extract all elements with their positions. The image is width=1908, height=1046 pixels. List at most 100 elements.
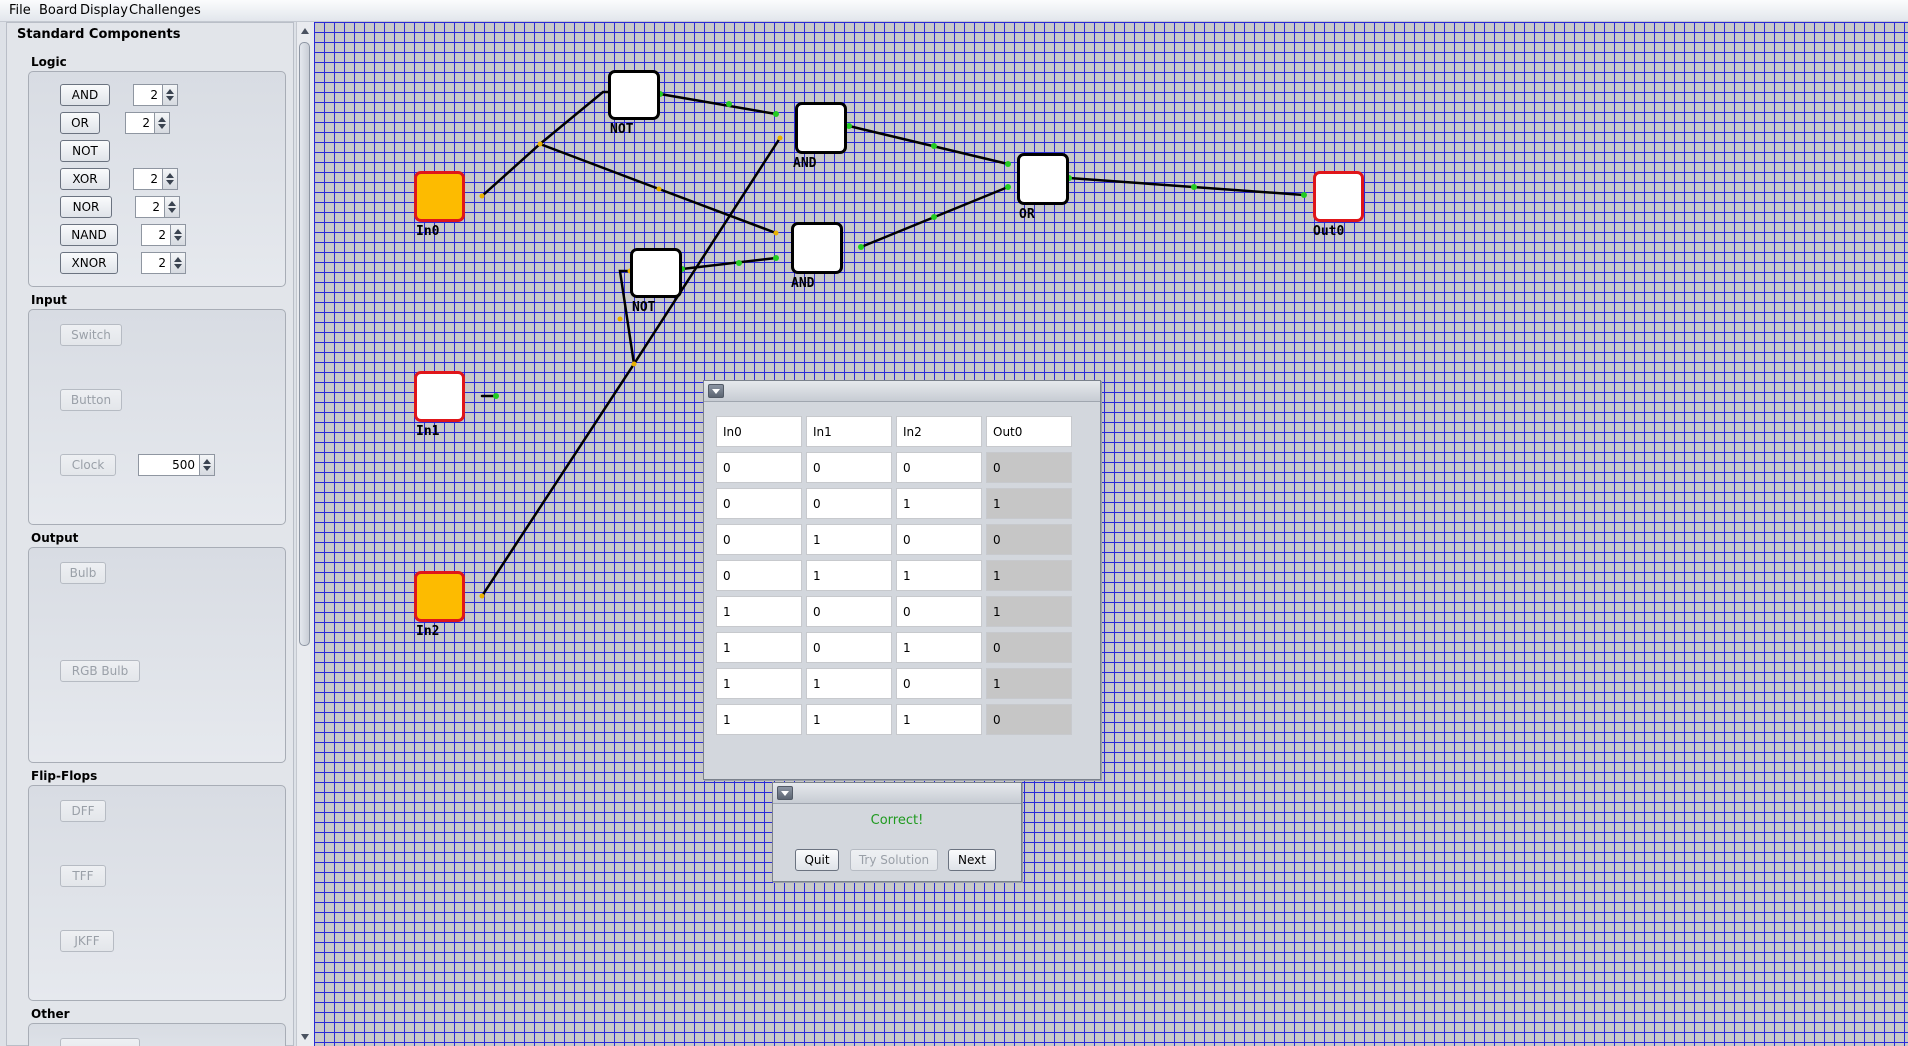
result-titlebar[interactable] (773, 783, 1021, 804)
sidebar-title: Standard Components (17, 27, 181, 42)
clock-button[interactable]: Clock (60, 454, 116, 476)
gate-not-lower[interactable] (630, 248, 682, 298)
gate-not-top[interactable] (608, 70, 660, 120)
nor-inputs-value[interactable]: 2 (135, 196, 165, 218)
wire-junction-icon (773, 230, 779, 236)
scroll-up-icon[interactable] (301, 28, 309, 34)
gate-label-and-top: AND (793, 156, 817, 171)
switch-button[interactable]: Switch (60, 324, 122, 346)
table-cell: 0 (806, 596, 892, 627)
dff-button[interactable]: DFF (60, 800, 106, 822)
result-message: Correct! (870, 813, 924, 828)
circuit-wires (479, 89, 1307, 599)
scrollbar-thumb[interactable] (299, 42, 310, 646)
table-cell: 1 (716, 704, 802, 735)
input-label-in2: In2 (416, 624, 440, 639)
wire-junction-icon (726, 101, 732, 107)
other-component-button[interactable] (60, 1038, 140, 1046)
input-label-in0: In0 (416, 224, 440, 239)
bulb-button[interactable]: Bulb (60, 562, 106, 584)
other-section (28, 1023, 286, 1046)
wire (1067, 176, 1306, 197)
gate-or[interactable] (1017, 153, 1069, 205)
table-cell: 0 (716, 452, 802, 483)
table-cell: 1 (806, 560, 892, 591)
component-sidebar: Standard Components Logic AND 2 OR 2 NOT… (0, 22, 310, 1046)
wire-junction-icon (479, 593, 485, 599)
try-solution-button[interactable]: Try Solution (850, 849, 938, 871)
gate-label-or: OR (1019, 207, 1035, 222)
gate-and-top[interactable] (795, 102, 847, 154)
nand-button[interactable]: NAND (60, 224, 118, 246)
and-button[interactable]: AND (60, 84, 110, 106)
truth-table-titlebar[interactable] (704, 381, 1100, 402)
gate-label-and-lower: AND (791, 276, 815, 291)
input-node-in2[interactable] (414, 571, 465, 622)
nor-button[interactable]: NOR (60, 196, 112, 218)
input-node-in0[interactable] (414, 171, 465, 222)
wire-junction-icon (931, 143, 937, 149)
table-cell: 1 (716, 668, 802, 699)
spinner-arrows-icon[interactable] (162, 168, 178, 190)
spinner-arrows-icon[interactable] (199, 454, 215, 476)
button-button[interactable]: Button (60, 389, 122, 411)
next-button[interactable]: Next (948, 849, 996, 871)
wire-junction-icon (631, 361, 637, 367)
menu-file[interactable]: File (9, 3, 31, 18)
scroll-down-icon[interactable] (301, 1034, 309, 1040)
table-cell-output: 0 (986, 704, 1072, 735)
collapse-icon[interactable] (777, 786, 793, 800)
sidebar-scrollbar[interactable] (296, 22, 310, 1046)
jkff-button[interactable]: JKFF (60, 930, 114, 952)
table-row: 1 0 1 0 (716, 632, 1072, 663)
table-row: 0 1 1 1 (716, 560, 1072, 591)
table-cell-output: 1 (986, 560, 1072, 591)
table-row: 0 0 1 1 (716, 488, 1072, 519)
truth-table: In0 In1 In2 Out0 0 0 0 0 0 0 1 1 0 1 0 0… (712, 411, 1076, 740)
and-inputs-value[interactable]: 2 (133, 84, 163, 106)
section-label-flipflops: Flip-Flops (31, 769, 98, 783)
table-row: 1 1 0 1 (716, 668, 1072, 699)
or-button[interactable]: OR (60, 112, 100, 134)
spinner-arrows-icon[interactable] (164, 196, 180, 218)
xor-button[interactable]: XOR (60, 168, 110, 190)
input-label-in1: In1 (416, 424, 440, 439)
clock-interval-value[interactable]: 500 (138, 454, 200, 476)
gate-label-not-lower: NOT (632, 300, 656, 315)
wire-junction-icon (1005, 184, 1011, 190)
wire-junction-icon (773, 255, 779, 261)
xnor-inputs-value[interactable]: 2 (141, 252, 171, 274)
output-node-out0[interactable] (1313, 171, 1364, 222)
collapse-icon[interactable] (708, 384, 724, 398)
challenge-result-window: Correct! Quit Try Solution Next (772, 782, 1022, 882)
xor-inputs-value[interactable]: 2 (133, 168, 163, 190)
menu-board[interactable]: Board (39, 3, 77, 18)
section-label-logic: Logic (31, 55, 67, 69)
nand-inputs-value[interactable]: 2 (141, 224, 171, 246)
table-cell: 0 (896, 596, 982, 627)
logic-section: AND 2 OR 2 NOT XOR 2 NOR 2 NAND 2 XNOR 2 (28, 71, 286, 287)
gate-and-lower[interactable] (791, 222, 843, 274)
xnor-button[interactable]: XNOR (60, 252, 118, 274)
not-button[interactable]: NOT (60, 140, 110, 162)
wire-junction-icon (773, 111, 779, 117)
menu-display[interactable]: Display (80, 3, 128, 18)
circuit-board[interactable]: In0 In1 In2 NOT AND OR NOT AND Out0 In0 … (314, 22, 1908, 1046)
spinner-arrows-icon[interactable] (170, 224, 186, 246)
wire-junction-icon (656, 186, 662, 192)
table-cell-output: 0 (986, 632, 1072, 663)
spinner-arrows-icon[interactable] (162, 84, 178, 106)
spinner-arrows-icon[interactable] (170, 252, 186, 274)
tff-button[interactable]: TFF (60, 865, 106, 887)
or-inputs-value[interactable]: 2 (125, 112, 155, 134)
input-node-in1[interactable] (414, 371, 465, 422)
section-label-input: Input (31, 293, 67, 307)
menu-challenges[interactable]: Challenges (129, 3, 201, 18)
spinner-arrows-icon[interactable] (154, 112, 170, 134)
table-cell: 0 (806, 632, 892, 663)
column-header: Out0 (986, 416, 1072, 447)
output-section: Bulb RGB Bulb (28, 547, 286, 763)
quit-button[interactable]: Quit (795, 849, 839, 871)
rgb-bulb-button[interactable]: RGB Bulb (60, 660, 140, 682)
wire-junction-icon (858, 244, 864, 250)
